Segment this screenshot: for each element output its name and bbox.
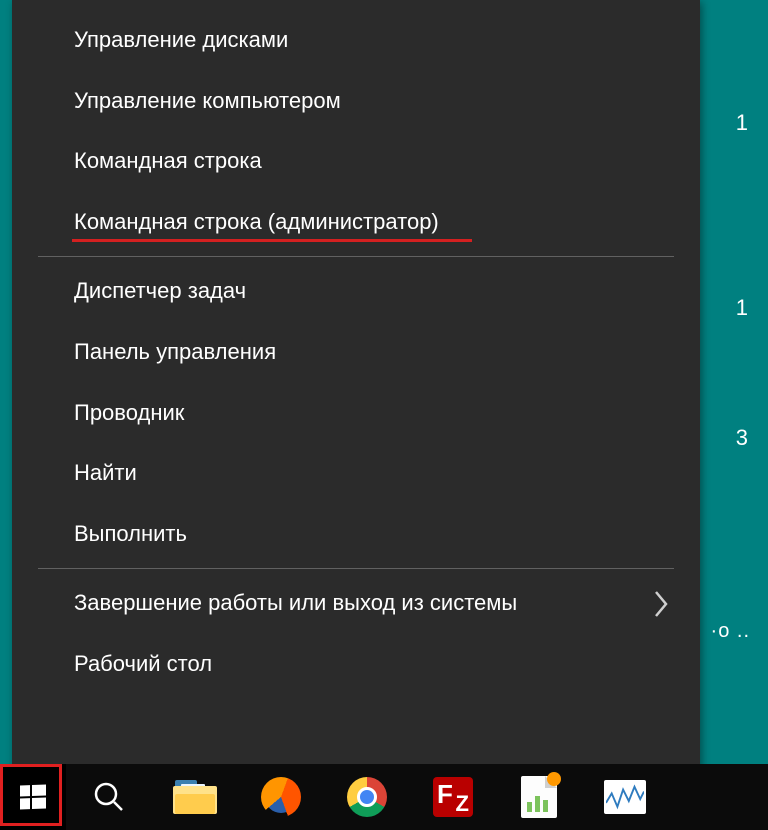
menu-item[interactable]: Управление компьютером bbox=[12, 71, 700, 132]
taskbar-performance-monitor[interactable] bbox=[582, 764, 668, 830]
performance-monitor-icon bbox=[604, 780, 646, 814]
document-chart-icon bbox=[521, 776, 557, 818]
menu-item-label: Управление дисками bbox=[74, 27, 288, 52]
menu-item[interactable]: Выполнить bbox=[12, 504, 700, 565]
file-explorer-icon bbox=[173, 780, 217, 814]
desktop-text-fragment: 1 bbox=[736, 110, 748, 136]
menu-item[interactable]: Командная строка bbox=[12, 131, 700, 192]
chrome-icon bbox=[347, 777, 387, 817]
taskbar-chrome[interactable] bbox=[324, 764, 410, 830]
taskbar-app-document[interactable] bbox=[496, 764, 582, 830]
search-icon bbox=[89, 777, 129, 817]
desktop-text-fragment: ·o .. bbox=[711, 620, 750, 643]
menu-item[interactable]: Командная строка (администратор) bbox=[12, 192, 700, 253]
taskbar: FZ bbox=[0, 764, 768, 830]
start-button[interactable] bbox=[0, 764, 66, 830]
menu-item[interactable]: Найти bbox=[12, 443, 700, 504]
menu-item-label: Управление компьютером bbox=[74, 88, 341, 113]
menu-item[interactable]: Рабочий стол bbox=[12, 634, 700, 695]
firefox-icon bbox=[261, 777, 301, 817]
menu-item-label: Диспетчер задач bbox=[74, 278, 246, 303]
winx-context-menu: Управление дисками Управление компьютером… bbox=[12, 0, 700, 775]
menu-item[interactable]: Управление дисками bbox=[12, 10, 700, 71]
taskbar-file-explorer[interactable] bbox=[152, 764, 238, 830]
menu-item[interactable]: Диспетчер задач bbox=[12, 261, 700, 322]
menu-item[interactable]: Завершение работы или выход из системы bbox=[12, 573, 700, 634]
annotation-underline bbox=[72, 239, 472, 242]
menu-separator bbox=[38, 256, 674, 257]
menu-item[interactable]: Проводник bbox=[12, 383, 700, 444]
windows-logo-icon bbox=[20, 785, 46, 810]
menu-item[interactable]: Панель управления bbox=[12, 322, 700, 383]
taskbar-firefox[interactable] bbox=[238, 764, 324, 830]
taskbar-search-button[interactable] bbox=[66, 764, 152, 830]
menu-item-label: Выполнить bbox=[74, 521, 187, 546]
filezilla-icon: FZ bbox=[433, 777, 473, 817]
menu-item-label: Найти bbox=[74, 460, 137, 485]
menu-separator bbox=[38, 568, 674, 569]
chevron-right-icon bbox=[654, 590, 670, 618]
menu-item-label: Проводник bbox=[74, 400, 184, 425]
menu-item-label: Завершение работы или выход из системы bbox=[74, 590, 517, 615]
menu-item-label: Панель управления bbox=[74, 339, 276, 364]
desktop-text-fragment: 1 bbox=[736, 295, 748, 321]
desktop: 1 1 3 ·o .. Управление дискамиУправление… bbox=[0, 0, 768, 830]
desktop-text-fragment: 3 bbox=[736, 425, 748, 451]
menu-item-label: Командная строка bbox=[74, 148, 262, 173]
menu-item-label: Командная строка (администратор) bbox=[74, 209, 439, 234]
menu-item-label: Рабочий стол bbox=[74, 651, 212, 676]
taskbar-filezilla[interactable]: FZ bbox=[410, 764, 496, 830]
